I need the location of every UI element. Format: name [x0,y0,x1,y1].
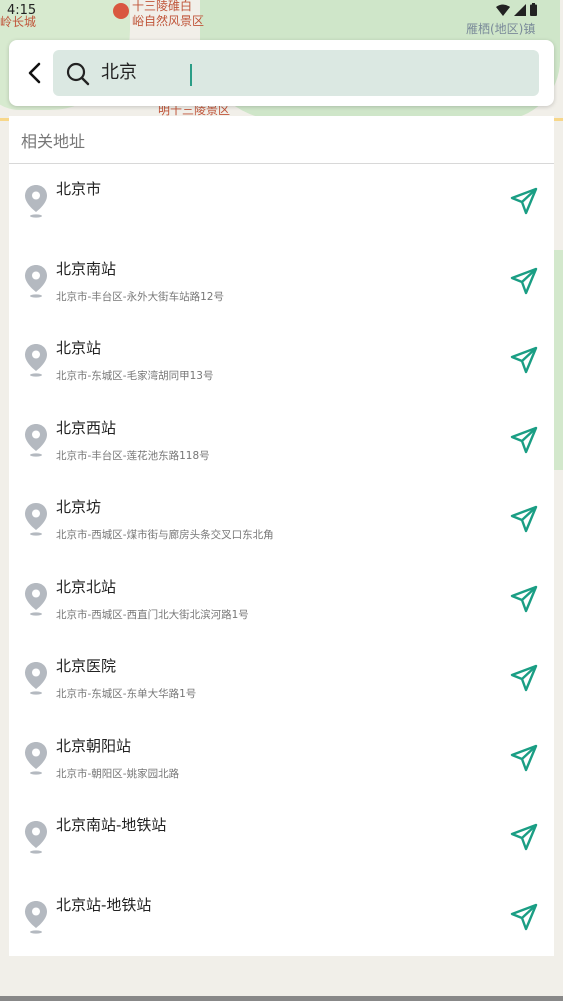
result-item[interactable]: 北京南站 北京市-丰台区-永外大街车站路12号 [9,244,554,324]
navigate-icon[interactable] [510,346,538,374]
navigate-icon[interactable] [510,187,538,215]
result-name: 北京站 [56,339,102,357]
status-time: 4:15 [7,3,37,18]
navigate-icon[interactable] [510,585,538,613]
result-item[interactable]: 北京北站 北京市-西城区-西直门北大街北滨河路1号 [9,562,554,642]
search-icon [66,62,90,86]
result-address: 北京市-西城区-西直门北大街北滨河路1号 [56,608,249,621]
result-item[interactable]: 北京市 [9,164,554,244]
navigate-icon[interactable] [510,426,538,454]
result-item[interactable]: 北京站-地铁站 [9,880,554,960]
result-name: 北京朝阳站 [56,736,132,755]
result-item[interactable]: 北京西站 北京市-丰台区-莲花池东路118号 [9,403,554,483]
result-item[interactable]: 北京站 北京市-东城区-毛家湾胡同甲13号 [9,323,554,403]
result-item[interactable]: 北京南站-地铁站 [9,800,554,880]
result-item[interactable]: 北京医院 北京市-东城区-东单大华路1号 [9,641,554,721]
result-item[interactable]: 北京坊 北京市-西城区-煤市街与廊房头条交叉口东北角 [9,482,554,562]
result-address: 北京市-朝阳区-姚家园北路 [56,767,180,780]
location-pin-icon [25,344,47,377]
navigate-icon[interactable] [510,823,538,851]
navigate-icon[interactable] [510,664,538,692]
search-box[interactable]: 北京 [53,50,539,96]
location-pin-icon [25,821,47,854]
location-pin-icon [25,900,47,934]
section-header: 相关地址 [9,116,554,164]
location-pin-icon [25,503,47,536]
result-name: 北京北站 [56,577,117,596]
result-name: 北京市 [56,180,102,198]
result-name: 北京南站-地铁站 [56,816,167,834]
results-panel: 相关地址 北京市 北京南站 北京市-丰台区-永外大街车站路12号 北京站 北京市… [9,116,554,956]
results-list: 北京市 北京南站 北京市-丰台区-永外大街车站路12号 北京站 北京市-东城区-… [9,164,554,959]
result-item[interactable]: 北京朝阳站 北京市-朝阳区-姚家园北路 [9,721,554,801]
map-label: 雁栖(地区)镇 [466,22,536,36]
location-pin-icon [25,264,47,298]
search-input[interactable]: 北京 [101,59,521,87]
result-name: 北京医院 [56,657,117,675]
result-name: 北京西站 [56,418,117,437]
location-pin-icon [25,582,47,616]
result-address: 北京市-西城区-煤市街与廊房头条交叉口东北角 [56,529,274,541]
battery-icon [530,3,537,16]
result-name: 北京南站 [56,259,117,278]
navigate-icon[interactable] [510,505,538,533]
search-bar: 北京 [9,40,554,106]
result-name: 北京站-地铁站 [56,895,152,914]
bottom-divider [0,996,563,1001]
status-icons [496,3,537,16]
navigate-icon[interactable] [510,744,538,772]
result-address: 北京市-东城区-东单大华路1号 [56,688,197,700]
location-pin-icon [25,185,47,218]
wifi-icon [496,4,510,16]
map-label: 峪自然风景区 [132,14,205,28]
text-caret [190,64,192,86]
result-address: 北京市-丰台区-莲花池东路118号 [56,449,210,462]
result-address: 北京市-东城区-毛家湾胡同甲13号 [56,370,214,382]
location-pin-icon [25,423,47,457]
signal-icon [514,3,526,16]
location-pin-icon [25,741,47,775]
result-name: 北京坊 [56,498,102,516]
navigate-icon[interactable] [510,903,538,931]
result-address: 北京市-丰台区-永外大街车站路12号 [56,290,224,303]
map-poi-icon [113,3,129,19]
navigate-icon[interactable] [510,267,538,295]
location-pin-icon [25,662,47,695]
back-arrow-icon[interactable] [19,58,49,88]
